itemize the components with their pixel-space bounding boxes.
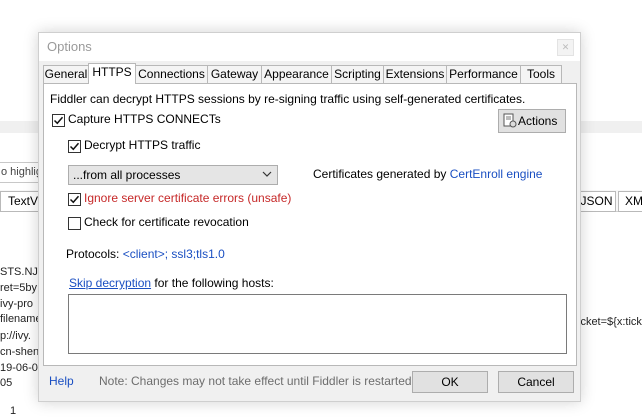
close-icon: ✕ (561, 42, 570, 52)
background-text-line: p://ivy. (0, 330, 31, 342)
checkmark-icon (53, 116, 64, 125)
close-button[interactable]: ✕ (557, 39, 574, 56)
skip-hosts-textarea[interactable] (68, 294, 567, 354)
protocols-label: Protocols: (66, 247, 120, 261)
tab-connections[interactable]: Connections (135, 65, 208, 83)
decrypt-https-checkbox[interactable] (68, 140, 81, 153)
tab-extensions[interactable]: Extensions (383, 65, 447, 83)
revocation-label[interactable]: Check for certificate revocation (84, 215, 249, 229)
checkmark-icon (69, 195, 80, 204)
background-text-line: 05 (0, 377, 13, 389)
checkmark-icon (69, 142, 80, 151)
certificates-generated-text: Certificates generated by CertEnroll eng… (313, 167, 542, 181)
cancel-button[interactable]: Cancel (498, 371, 574, 393)
tab-tools[interactable]: Tools (520, 65, 562, 83)
tab-general[interactable]: General (43, 65, 89, 83)
background-text-line: filename (0, 313, 42, 325)
help-link[interactable]: Help (49, 374, 74, 388)
tab-scripting[interactable]: Scripting (331, 65, 384, 83)
background-text-line: 19-06-0 (0, 362, 38, 374)
cert-engine-link[interactable]: CertEnroll engine (450, 167, 543, 181)
tab-https[interactable]: HTTPS (88, 63, 136, 84)
actions-button[interactable]: Actions (498, 109, 566, 133)
protocols-link[interactable]: <client>; ssl3;tls1.0 (123, 247, 225, 261)
capture-https-checkbox[interactable] (52, 114, 65, 127)
tab-performance[interactable]: Performance (446, 65, 521, 83)
dialog-titlebar[interactable]: Options ✕ (39, 33, 580, 61)
ignore-errors-checkbox[interactable] (68, 193, 81, 206)
options-dialog: Options ✕ General HTTPS Connections Gate… (38, 32, 581, 402)
background-tab-json[interactable]: JSON (577, 191, 616, 212)
background-ticket-text: icket=${x:tick (578, 316, 642, 328)
background-tab-xml[interactable]: XM (618, 191, 642, 212)
options-tabstrip: General HTTPS Connections Gateway Appear… (43, 63, 576, 84)
actions-label: Actions (518, 114, 558, 128)
skip-decryption-suffix: for the following hosts: (154, 276, 274, 290)
certificates-prefix: Certificates generated by (313, 167, 447, 181)
tab-appearance[interactable]: Appearance (261, 65, 332, 83)
background-text-line: ret=5by (0, 282, 37, 294)
protocols-row: Protocols: <client>; ssl3;tls1.0 (66, 247, 225, 261)
process-filter-dropdown[interactable]: ...from all processes (68, 165, 278, 185)
ok-button[interactable]: OK (412, 371, 488, 393)
revocation-checkbox[interactable] (68, 217, 81, 230)
https-tab-panel: Fiddler can decrypt HTTPS sessions by re… (43, 83, 577, 366)
ignore-errors-label[interactable]: Ignore server certificate errors (unsafe… (84, 191, 291, 205)
skip-decryption-link[interactable]: Skip decryption (69, 276, 151, 290)
restart-note: Note: Changes may not take effect until … (99, 374, 415, 388)
background-text-line: ivy-pro (0, 298, 34, 310)
background-text-line: 1 (10, 405, 17, 417)
https-description: Fiddler can decrypt HTTPS sessions by re… (50, 92, 526, 106)
skip-decryption-row: Skip decryption for the following hosts: (69, 276, 274, 290)
chevron-down-icon (262, 171, 272, 177)
tab-gateway[interactable]: Gateway (207, 65, 262, 83)
dialog-title: Options (47, 39, 92, 54)
process-filter-value: ...from all processes (73, 168, 181, 182)
capture-https-label[interactable]: Capture HTTPS CONNECTs (68, 112, 221, 126)
background-text-line: cn-shen (0, 346, 40, 358)
background-search-text: o highlig (1, 166, 42, 178)
decrypt-https-label[interactable]: Decrypt HTTPS traffic (84, 138, 200, 152)
certificate-icon (503, 113, 517, 128)
